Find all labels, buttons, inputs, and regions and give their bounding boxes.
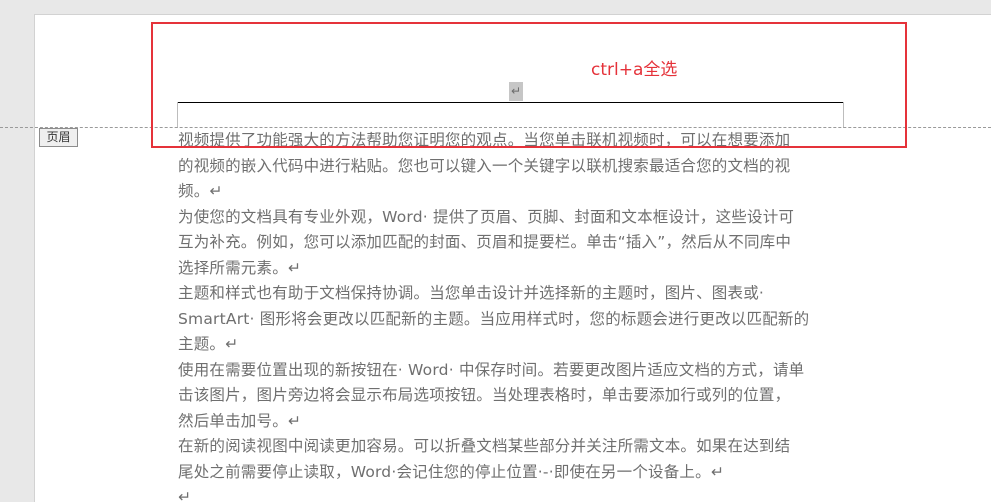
- document-body[interactable]: 视频提供了功能强大的方法帮助您证明您的观点。当您单击联机视频时，可以在想要添加 …: [178, 128, 846, 502]
- body-line[interactable]: ↵: [178, 485, 846, 502]
- body-line[interactable]: 尾处之前需要停止读取，Word·会记住您的停止位置·-·即使在另一个设备上。↵: [178, 460, 846, 486]
- body-line[interactable]: 的视频的嵌入代码中进行粘贴。您也可以键入一个关键字以联机搜索最适合您的文档的视: [178, 154, 846, 180]
- body-line[interactable]: 为使您的文档具有专业外观，Word· 提供了页眉、页脚、封面和文本框设计，这些设…: [178, 205, 846, 231]
- body-line[interactable]: SmartArt· 图形将会更改以匹配新的主题。当应用样式时，您的标题会进行更改…: [178, 307, 846, 333]
- body-line[interactable]: 使用在需要位置出现的新按钮在· Word· 中保存时间。若要更改图片适应文档的方…: [178, 358, 846, 384]
- body-line[interactable]: 选择所需元素。↵: [178, 256, 846, 282]
- body-line[interactable]: 主题。↵: [178, 332, 846, 358]
- body-line[interactable]: 频。↵: [178, 179, 846, 205]
- body-line[interactable]: 然后单击加号。↵: [178, 409, 846, 435]
- body-line[interactable]: 击该图片，图片旁边将会显示布局选项按钮。当处理表格时，单击要添加行或列的位置，: [178, 383, 846, 409]
- body-line[interactable]: 主题和样式也有助于文档保持协调。当您单击设计并选择新的主题时，图片、图表或·: [178, 281, 846, 307]
- body-line[interactable]: 在新的阅读视图中阅读更加容易。可以折叠文档某些部分并关注所需文本。如果在达到结: [178, 434, 846, 460]
- annotation-label: ctrl+a全选: [591, 60, 678, 80]
- word-document-canvas: ↵ 页眉 视频提供了功能强大的方法帮助您证明您的观点。当您单击联机视频时，可以在…: [0, 0, 991, 502]
- annotation-highlight-box: [151, 22, 907, 148]
- header-tag: 页眉: [39, 128, 78, 147]
- body-line[interactable]: 互为补充。例如，您可以添加匹配的封面、页眉和提要栏。单击“插入”，然后从不同库中: [178, 230, 846, 256]
